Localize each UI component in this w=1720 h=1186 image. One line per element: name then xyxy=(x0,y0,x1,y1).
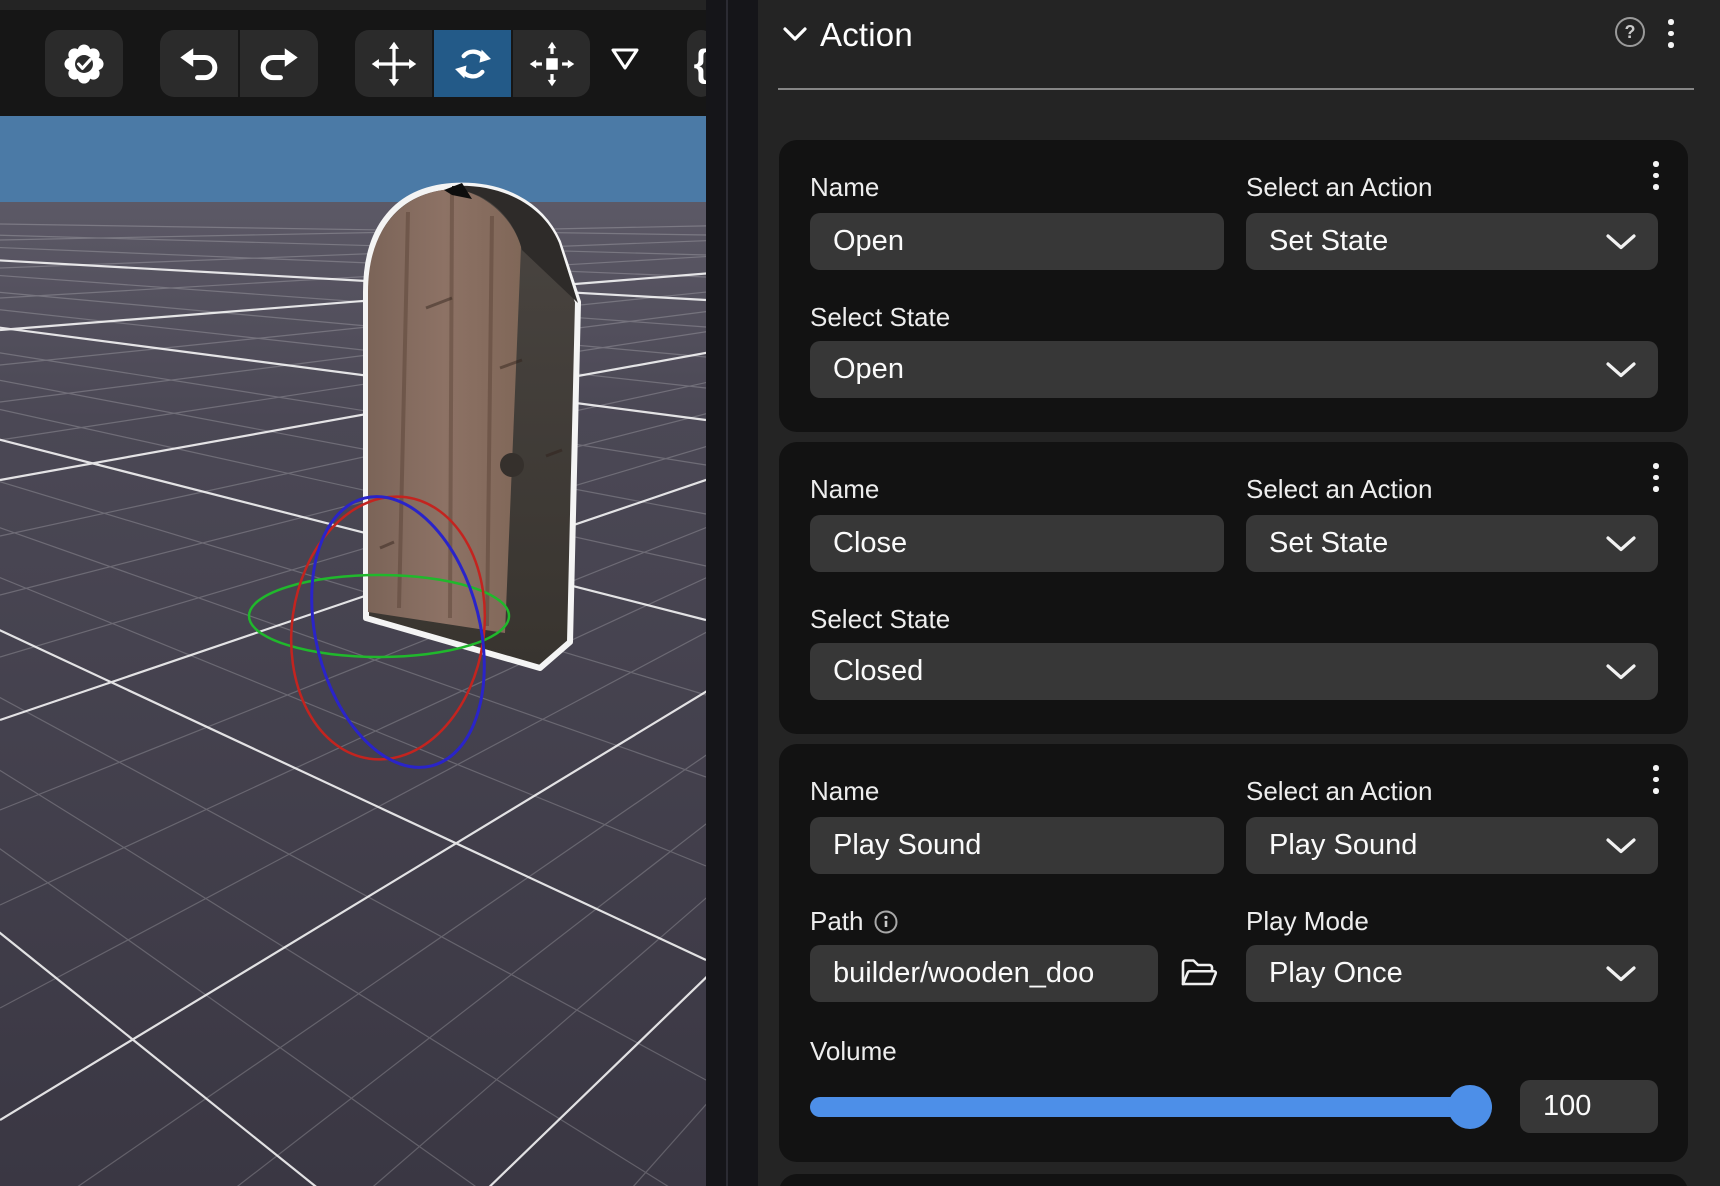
action-label: Select an Action xyxy=(1246,776,1432,807)
state-select[interactable]: Closed xyxy=(810,643,1658,700)
folder-open-icon xyxy=(1178,955,1218,991)
action-card-close: Name Close Select an Action Set State Se… xyxy=(779,442,1688,734)
scale-tool-button[interactable] xyxy=(513,30,590,97)
name-input[interactable]: Open xyxy=(810,213,1224,270)
browse-file-button[interactable] xyxy=(1176,951,1220,995)
move-arrows-icon xyxy=(371,41,417,87)
triangle-down-icon xyxy=(610,47,640,71)
action-card-open: Name Open Select an Action Set State Sel… xyxy=(779,140,1688,432)
move-tool-button[interactable] xyxy=(355,30,432,97)
panel-title: Action xyxy=(820,16,913,54)
sound-path-input[interactable]: builder/wooden_doo xyxy=(810,945,1158,1002)
name-input[interactable]: Close xyxy=(810,515,1224,572)
chevron-down-icon xyxy=(1606,536,1636,552)
play-mode-label: Play Mode xyxy=(1246,906,1369,937)
app-window: { Action ? Name Open Select an Action Se… xyxy=(0,0,1720,1186)
undo-arrow-icon xyxy=(176,41,222,87)
info-icon[interactable] xyxy=(874,910,898,941)
panel-collapse-toggle[interactable] xyxy=(783,27,807,47)
chevron-down-icon xyxy=(1606,362,1636,378)
card-menu-kebab-icon[interactable] xyxy=(1653,765,1659,794)
help-icon[interactable]: ? xyxy=(1615,17,1645,47)
action-card-partial xyxy=(779,1174,1688,1186)
action-label: Select an Action xyxy=(1246,172,1432,203)
action-select[interactable]: Play Sound xyxy=(1246,817,1658,874)
header-divider xyxy=(778,88,1694,90)
action-label: Select an Action xyxy=(1246,474,1432,505)
card-menu-kebab-icon[interactable] xyxy=(1653,161,1659,190)
verified-badge-icon xyxy=(59,39,109,89)
action-select[interactable]: Set State xyxy=(1246,213,1658,270)
redo-button[interactable] xyxy=(240,30,318,97)
volume-slider-track[interactable] xyxy=(810,1097,1492,1117)
play-mode-select[interactable]: Play Once xyxy=(1246,945,1658,1002)
door-face xyxy=(368,189,521,633)
scene-canvas xyxy=(0,116,706,1186)
viewport-toolbar: { xyxy=(0,10,706,116)
badge-tool-button[interactable] xyxy=(45,30,123,97)
chevron-down-icon xyxy=(1606,838,1636,854)
state-select[interactable]: Open xyxy=(810,341,1658,398)
rotate-circular-arrows-icon xyxy=(450,41,496,87)
divider-line xyxy=(726,0,728,1186)
card-menu-kebab-icon[interactable] xyxy=(1653,463,1659,492)
volume-label: Volume xyxy=(810,1036,897,1067)
name-input[interactable]: Play Sound xyxy=(810,817,1224,874)
door-knob xyxy=(500,453,524,477)
action-card-play-sound: Name Play Sound Select an Action Play So… xyxy=(779,744,1688,1162)
undo-button[interactable] xyxy=(160,30,238,97)
name-label: Name xyxy=(810,172,879,203)
ground xyxy=(0,202,706,1186)
rotate-tool-button[interactable] xyxy=(434,30,511,97)
volume-slider-thumb[interactable] xyxy=(1448,1085,1492,1129)
state-label: Select State xyxy=(810,604,950,635)
viewport-3d-scene[interactable] xyxy=(0,116,706,1186)
name-label: Name xyxy=(810,776,879,807)
chevron-down-icon xyxy=(1606,664,1636,680)
name-label: Name xyxy=(810,474,879,505)
redo-arrow-icon xyxy=(256,41,302,87)
chevron-down-icon xyxy=(783,27,807,42)
state-label: Select State xyxy=(810,302,950,333)
chevron-down-icon xyxy=(1606,234,1636,250)
chevron-down-icon xyxy=(1606,966,1636,982)
panel-menu-kebab-icon[interactable] xyxy=(1668,19,1674,48)
volume-value-box[interactable]: 100 xyxy=(1520,1080,1658,1133)
path-label: Path xyxy=(810,906,898,941)
panel-divider-strip[interactable] xyxy=(706,0,758,1186)
scale-arrows-icon xyxy=(529,41,575,87)
action-select[interactable]: Set State xyxy=(1246,515,1658,572)
viewport-dropdown-toggle[interactable] xyxy=(610,47,640,76)
sky xyxy=(0,116,706,202)
